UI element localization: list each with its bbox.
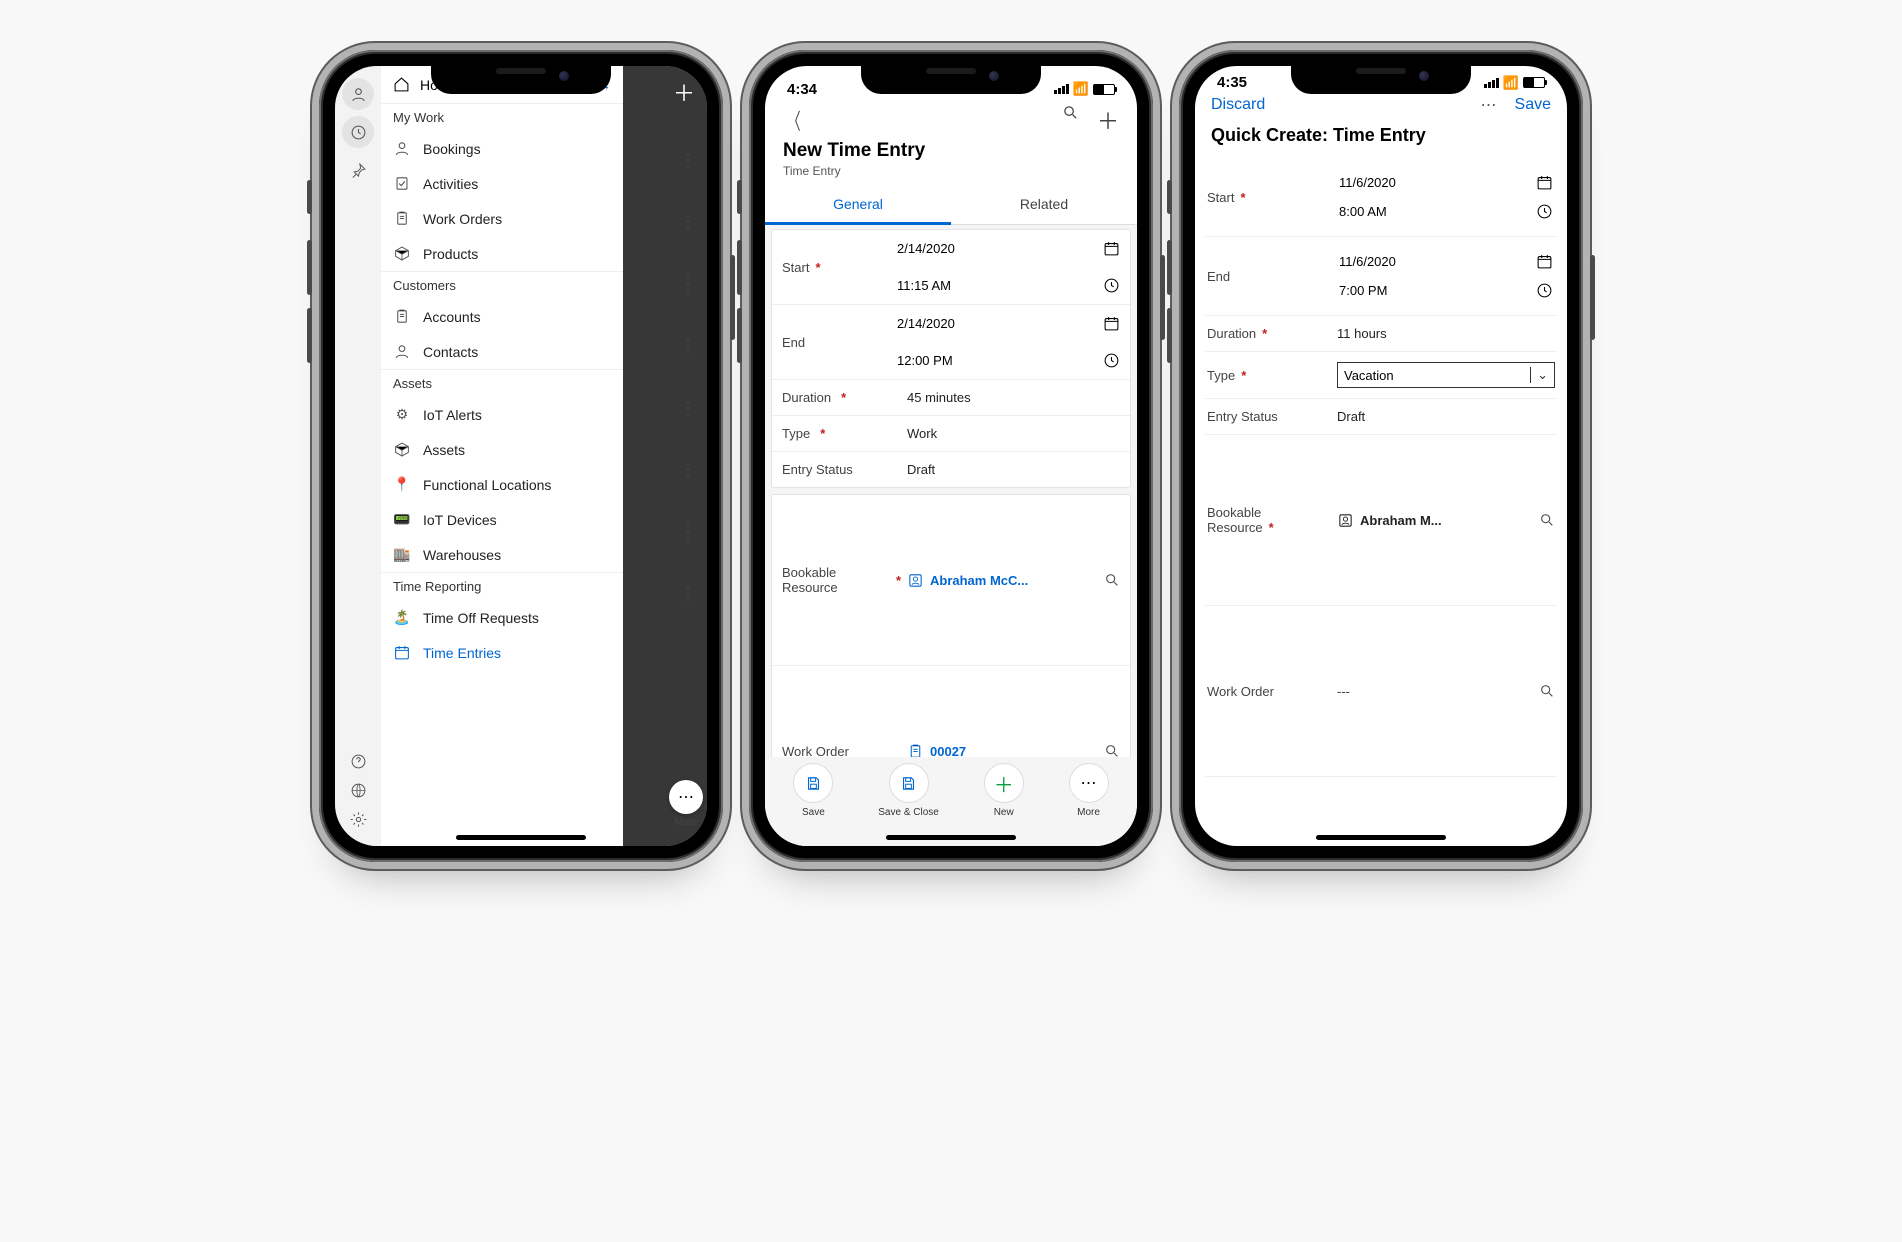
calendar-icon[interactable] xyxy=(1536,174,1553,191)
status-time: 4:34 xyxy=(787,81,817,98)
nav-iot-devices[interactable]: 📟IoT Devices xyxy=(381,502,623,537)
clock-icon[interactable] xyxy=(1103,352,1120,369)
calendar-icon[interactable] xyxy=(1103,240,1120,257)
nav-products[interactable]: Products xyxy=(381,236,623,271)
group-header: My Work xyxy=(381,103,623,131)
discard-button[interactable]: Discard xyxy=(1211,96,1265,114)
back-button[interactable]: 〈 xyxy=(787,104,800,136)
nav-drawer: Home Apps → My Work Bookings Activities … xyxy=(381,66,623,846)
contact-icon xyxy=(1337,512,1354,529)
group-header: Assets xyxy=(381,369,623,397)
rail-recent[interactable] xyxy=(342,116,374,148)
type-select[interactable]: Vacation ⌄ xyxy=(1337,362,1555,388)
rail-pin[interactable] xyxy=(342,154,374,186)
field-bookable-resource[interactable]: Bookable Resource* Abraham McC... xyxy=(772,495,1130,666)
action-save[interactable]: Save xyxy=(793,763,833,818)
action-new[interactable]: ＋New xyxy=(984,763,1024,818)
status-icons: 📶 xyxy=(1054,81,1115,97)
save-button[interactable]: Save xyxy=(1515,96,1551,114)
group-header: Time Reporting xyxy=(381,572,623,600)
field-end[interactable]: End 11/6/2020 7:00 PM xyxy=(1205,237,1557,316)
nav-activities[interactable]: Activities xyxy=(381,166,623,201)
home-icon xyxy=(393,76,410,93)
field-type[interactable]: Type* Work xyxy=(772,416,1130,452)
field-work-order[interactable]: Work Order 00027 xyxy=(772,666,1130,757)
field-entry-status[interactable]: Entry Status Draft xyxy=(1205,399,1557,435)
nav-bookings[interactable]: Bookings xyxy=(381,131,623,166)
search-icon[interactable] xyxy=(1539,616,1555,766)
nav-iot-alerts[interactable]: ⚙︎IoT Alerts xyxy=(381,397,623,432)
status-icons: 📶 xyxy=(1484,75,1545,91)
calendar-icon[interactable] xyxy=(1103,315,1120,332)
drawer-backdrop[interactable]: ＋ ⋮ ⋮ ⋮ ⋮ ⋮ ⋮ ⋮ ⋮ ⋯ More xyxy=(623,66,707,846)
field-start[interactable]: Start* 11/6/2020 8:00 AM xyxy=(1205,158,1557,237)
side-rail xyxy=(335,66,381,846)
field-bookable-resource[interactable]: Bookable Resource* Abraham M... xyxy=(1205,435,1557,606)
phone-new-time-entry: 4:34 📶 〈 ＋ New Time Entry Time Entry Gen… xyxy=(749,50,1153,862)
clock-icon[interactable] xyxy=(1536,282,1553,299)
search-icon[interactable] xyxy=(1104,676,1120,757)
gear-icon[interactable] xyxy=(350,811,367,828)
status-time: 4:35 xyxy=(1217,74,1247,91)
help-icon[interactable] xyxy=(350,753,367,770)
tab-related[interactable]: Related xyxy=(951,186,1137,224)
nav-assets[interactable]: Assets xyxy=(381,432,623,467)
globe-icon[interactable] xyxy=(350,782,367,799)
field-type[interactable]: Type* Vacation ⌄ xyxy=(1205,352,1557,399)
calendar-icon[interactable] xyxy=(1536,253,1553,270)
nav-contacts[interactable]: Contacts xyxy=(381,334,623,369)
field-start[interactable]: Start* 2/14/2020 11:15 AM xyxy=(772,230,1130,305)
chevron-down-icon: ⌄ xyxy=(1530,367,1554,383)
search-icon[interactable] xyxy=(1539,787,1555,846)
nav-work-orders[interactable]: Work Orders xyxy=(381,201,623,236)
more-button[interactable]: ⋯ xyxy=(1481,95,1497,115)
nav-time-off[interactable]: 🏝️Time Off Requests xyxy=(381,600,623,635)
field-work-order[interactable]: Work Order --- xyxy=(1205,606,1557,777)
more-action[interactable]: ⋯ More xyxy=(669,780,703,828)
phone-quick-create: 4:35 📶 Discard ⋯ Save Quick Create: Time… xyxy=(1179,50,1583,862)
clock-icon[interactable] xyxy=(1536,203,1553,220)
clipboard-icon xyxy=(907,743,924,758)
field-duration[interactable]: Duration* 11 hours xyxy=(1205,316,1557,352)
search-icon[interactable] xyxy=(1104,505,1120,655)
group-header: Customers xyxy=(381,271,623,299)
field-end[interactable]: End 2/14/2020 12:00 PM xyxy=(772,305,1130,380)
contact-icon xyxy=(907,572,924,589)
page-title: New Time Entry xyxy=(765,136,1137,164)
page-subtitle: Time Entry xyxy=(765,164,1137,186)
nav-time-entries[interactable]: Time Entries xyxy=(381,635,623,670)
add-button[interactable]: ＋ xyxy=(673,76,695,108)
nav-warehouses[interactable]: 🏬Warehouses xyxy=(381,537,623,572)
add-button[interactable]: ＋ xyxy=(1097,104,1119,136)
field-entry-status[interactable]: Entry Status Draft xyxy=(772,452,1130,487)
rail-profile[interactable] xyxy=(342,78,374,110)
nav-locations[interactable]: 📍Functional Locations xyxy=(381,467,623,502)
clock-icon[interactable] xyxy=(1103,277,1120,294)
page-title: Quick Create: Time Entry xyxy=(1195,115,1567,158)
field-duration[interactable]: Duration* 45 minutes xyxy=(772,380,1130,416)
action-save-close[interactable]: Save & Close xyxy=(878,763,939,818)
action-more[interactable]: ⋯More xyxy=(1069,763,1109,818)
phone-nav-drawer: Home Apps → My Work Bookings Activities … xyxy=(319,50,723,862)
search-icon[interactable] xyxy=(1062,104,1079,121)
nav-accounts[interactable]: Accounts xyxy=(381,299,623,334)
tab-general[interactable]: General xyxy=(765,186,951,225)
search-icon[interactable] xyxy=(1539,445,1555,595)
